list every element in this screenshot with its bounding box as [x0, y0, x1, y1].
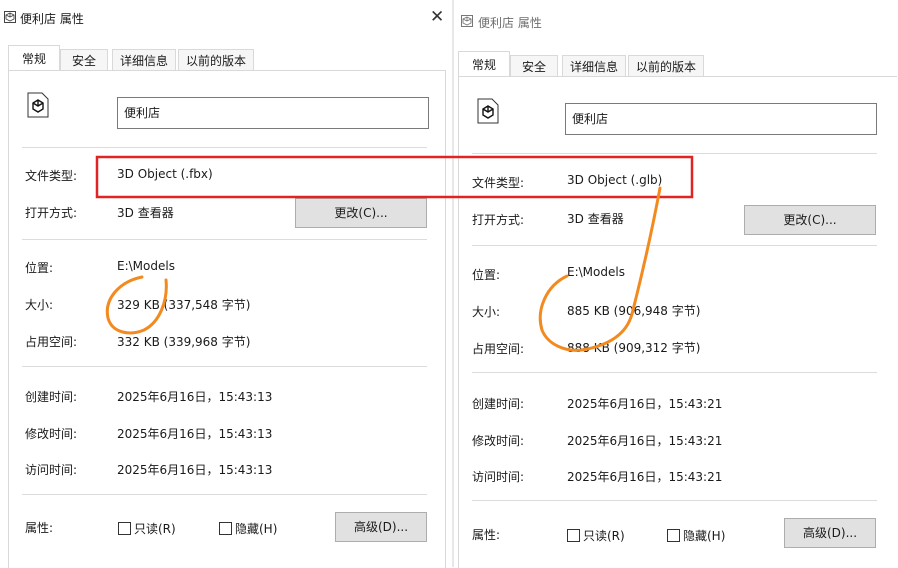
created-value: 2025年6月16日，15:43:21 [567, 397, 723, 411]
file-name-input[interactable]: 便利店 [565, 103, 877, 135]
attributes-label: 属性: [472, 528, 501, 542]
size-on-disk-label: 占用空间: [25, 335, 78, 349]
size-on-disk-value: 332 KB (339,968 字节) [117, 335, 251, 349]
divider [472, 245, 877, 246]
advanced-button[interactable]: 高级(D)... [784, 518, 876, 548]
window-title: 便利店 属性 [20, 12, 84, 26]
hidden-label: 隐藏(H) [683, 529, 726, 543]
change-button[interactable]: 更改(C)... [295, 198, 427, 228]
checkbox-box[interactable] [567, 529, 580, 542]
size-label: 大小: [472, 305, 501, 319]
hidden-checkbox[interactable]: 隐藏(H) [667, 527, 725, 544]
divider [22, 366, 427, 367]
location-value: E:\Models [567, 265, 625, 279]
accessed-value: 2025年6月16日，15:43:13 [117, 463, 273, 477]
open-with-label: 打开方式: [25, 206, 78, 220]
location-label: 位置: [472, 268, 501, 282]
file-3d-icon [461, 15, 473, 30]
readonly-label: 只读(R) [134, 522, 176, 536]
checkbox-box[interactable] [118, 522, 131, 535]
location-label: 位置: [25, 261, 54, 275]
file-type-label: 文件类型: [25, 169, 78, 183]
3d-object-icon [27, 92, 49, 118]
size-value: 885 KB (906,948 字节) [567, 304, 701, 318]
tab-previous-versions[interactable]: 以前的版本 [628, 55, 704, 77]
tab-details[interactable]: 详细信息 [112, 49, 176, 71]
divider [22, 239, 427, 240]
close-icon[interactable]: ✕ [430, 9, 444, 26]
created-label: 创建时间: [472, 397, 525, 411]
readonly-checkbox[interactable]: 只读(R) [118, 520, 176, 537]
checkbox-box[interactable] [667, 529, 680, 542]
checkbox-box[interactable] [219, 522, 232, 535]
open-with-value: 3D 查看器 [117, 206, 174, 220]
divider [472, 500, 877, 501]
open-with-label: 打开方式: [472, 213, 525, 227]
tab-details[interactable]: 详细信息 [562, 55, 626, 77]
tab-security[interactable]: 安全 [60, 49, 108, 71]
accessed-label: 访问时间: [25, 463, 78, 477]
tab-general[interactable]: 常规 [8, 45, 60, 71]
attributes-label: 属性: [25, 521, 54, 535]
advanced-button[interactable]: 高级(D)... [335, 512, 427, 542]
tab-previous-versions[interactable]: 以前的版本 [178, 49, 254, 71]
hidden-checkbox[interactable]: 隐藏(H) [219, 520, 277, 537]
change-button[interactable]: 更改(C)... [744, 205, 876, 235]
divider [22, 147, 427, 148]
size-label: 大小: [25, 298, 54, 312]
open-with-value: 3D 查看器 [567, 212, 624, 226]
file-type-label: 文件类型: [472, 176, 525, 190]
window-border [452, 0, 454, 567]
modified-label: 修改时间: [472, 434, 525, 448]
divider [22, 494, 427, 495]
readonly-label: 只读(R) [583, 529, 625, 543]
created-value: 2025年6月16日，15:43:13 [117, 390, 273, 404]
file-name-input[interactable]: 便利店 [117, 97, 429, 129]
size-on-disk-value: 888 KB (909,312 字节) [567, 341, 701, 355]
location-value: E:\Models [117, 259, 175, 273]
window-title: 便利店 属性 [478, 16, 542, 30]
size-on-disk-label: 占用空间: [472, 342, 525, 356]
3d-object-icon [477, 98, 499, 124]
accessed-label: 访问时间: [472, 470, 525, 484]
modified-label: 修改时间: [25, 427, 78, 441]
tab-security[interactable]: 安全 [510, 55, 558, 77]
accessed-value: 2025年6月16日，15:43:21 [567, 470, 723, 484]
divider [472, 153, 877, 154]
created-label: 创建时间: [25, 390, 78, 404]
file-3d-icon [4, 11, 16, 26]
hidden-label: 隐藏(H) [235, 522, 278, 536]
general-panel [458, 76, 897, 568]
modified-value: 2025年6月16日，15:43:21 [567, 434, 723, 448]
file-type-value: 3D Object (.glb) [567, 173, 663, 187]
size-value: 329 KB (337,548 字节) [117, 298, 251, 312]
file-type-value: 3D Object (.fbx) [117, 167, 213, 181]
divider [472, 372, 877, 373]
readonly-checkbox[interactable]: 只读(R) [567, 527, 625, 544]
tab-general[interactable]: 常规 [458, 51, 510, 77]
modified-value: 2025年6月16日，15:43:13 [117, 427, 273, 441]
